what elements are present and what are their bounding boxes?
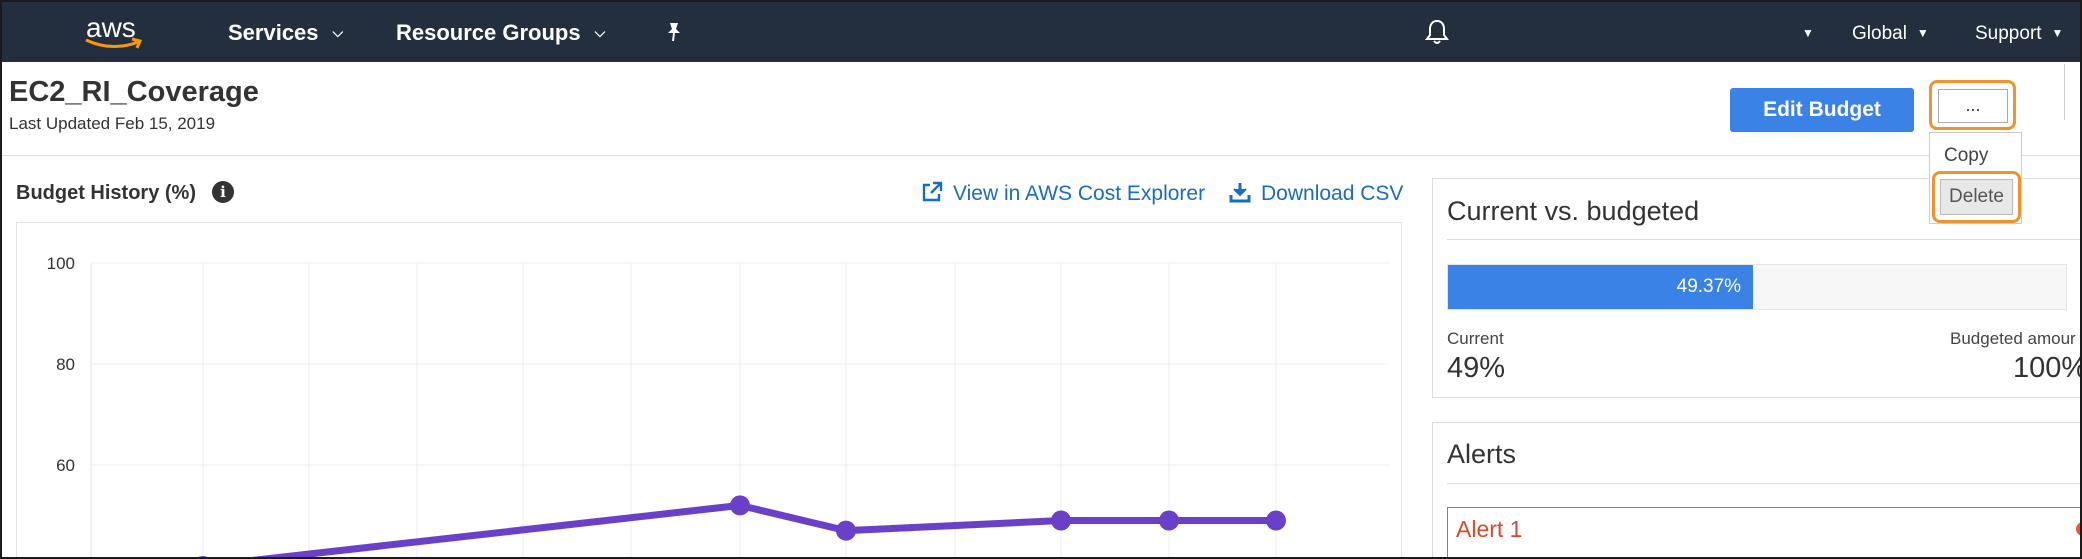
view-in-cost-explorer-link[interactable]: View in AWS Cost Explorer [921, 182, 1205, 206]
download-csv-link[interactable]: Download CSV [1229, 182, 1403, 206]
resource-groups-menu[interactable]: Resource Groups ⌵ [396, 20, 605, 46]
current-label: Current [1447, 329, 1504, 348]
card-divider [1447, 239, 2080, 240]
progress-bar: 49.37% [1447, 264, 2067, 310]
progress-bar-fill: 49.37% [1448, 265, 1754, 309]
chevron-down-icon: ⌵ [594, 23, 606, 40]
download-icon [1229, 183, 1251, 203]
budgeted-value: 100% [2013, 352, 2082, 384]
caret-down-icon: ▼ [1802, 26, 1814, 40]
smile-arrow-icon [85, 37, 143, 49]
support-menu[interactable]: Support ▼ [1975, 23, 2063, 45]
more-actions-highlight: ... [1929, 80, 2016, 130]
user-menu-caret[interactable]: ▼ [1802, 23, 1814, 45]
top-nav: aws Services ⌵ Resource Groups ⌵ ▼ Globa… [2, 2, 2080, 62]
data-point [730, 495, 750, 516]
delete-highlight: Delete [1932, 171, 2021, 223]
alert-item[interactable]: Alert 1 [1447, 507, 2080, 557]
caret-down-icon: ▼ [1916, 26, 1929, 40]
more-actions-button[interactable]: ... [1938, 89, 2008, 123]
delete-menu-item[interactable]: Delete [1940, 179, 2013, 215]
progress-label: 49.37% [1676, 276, 1742, 297]
data-point [1266, 510, 1286, 531]
data-point [1051, 510, 1071, 531]
more-actions-dropdown: Copy Delete [1929, 132, 2022, 224]
y-tick-label: 60 [56, 456, 75, 475]
external-link-icon [922, 182, 943, 202]
info-icon[interactable]: i [212, 181, 234, 203]
resource-groups-label: Resource Groups [396, 20, 581, 45]
y-tick-label: 80 [56, 355, 75, 374]
y-tick-label: 100 [47, 254, 75, 273]
alert-name: Alert 1 [1456, 516, 1523, 542]
last-updated: Last Updated Feb 15, 2019 [9, 114, 216, 133]
alert-status-dot [2076, 522, 2080, 536]
card-divider [1447, 483, 2080, 484]
current-vs-budgeted-title: Current vs. budgeted [1447, 196, 1700, 226]
services-menu[interactable]: Services ⌵ [228, 20, 343, 46]
alerts-card: Alerts Alert 1 [1432, 422, 2080, 557]
chart-canvas: 100806040 [47, 254, 1389, 557]
aws-logo[interactable]: aws [82, 10, 152, 54]
copy-menu-item[interactable]: Copy [1944, 145, 1988, 167]
edit-budget-button[interactable]: Edit Budget [1730, 88, 1914, 132]
budget-history-title: Budget History (%) [16, 182, 196, 204]
data-point [1159, 510, 1179, 531]
support-label: Support [1975, 23, 2042, 44]
caret-down-icon: ▼ [2051, 26, 2064, 40]
data-point [836, 520, 856, 541]
services-label: Services [228, 20, 319, 45]
header-divider [2, 155, 2080, 156]
download-csv-label: Download CSV [1261, 182, 1404, 205]
pin-icon[interactable] [664, 21, 684, 48]
divider [2064, 64, 2065, 120]
view-in-cost-explorer-label: View in AWS Cost Explorer [953, 182, 1206, 205]
budget-history-chart: 100806040 [16, 222, 1402, 557]
region-label: Global [1852, 23, 1907, 44]
region-menu[interactable]: Global ▼ [1852, 23, 1929, 45]
app-frame: aws Services ⌵ Resource Groups ⌵ ▼ Globa… [0, 0, 2082, 559]
bell-icon[interactable] [1424, 18, 1450, 51]
page-title: EC2_RI_Coverage [9, 76, 259, 108]
chevron-down-icon: ⌵ [332, 23, 344, 40]
current-value: 49% [1447, 352, 1506, 384]
alerts-title: Alerts [1447, 439, 1517, 469]
budgeted-label: Budgeted amour [1950, 329, 2076, 348]
